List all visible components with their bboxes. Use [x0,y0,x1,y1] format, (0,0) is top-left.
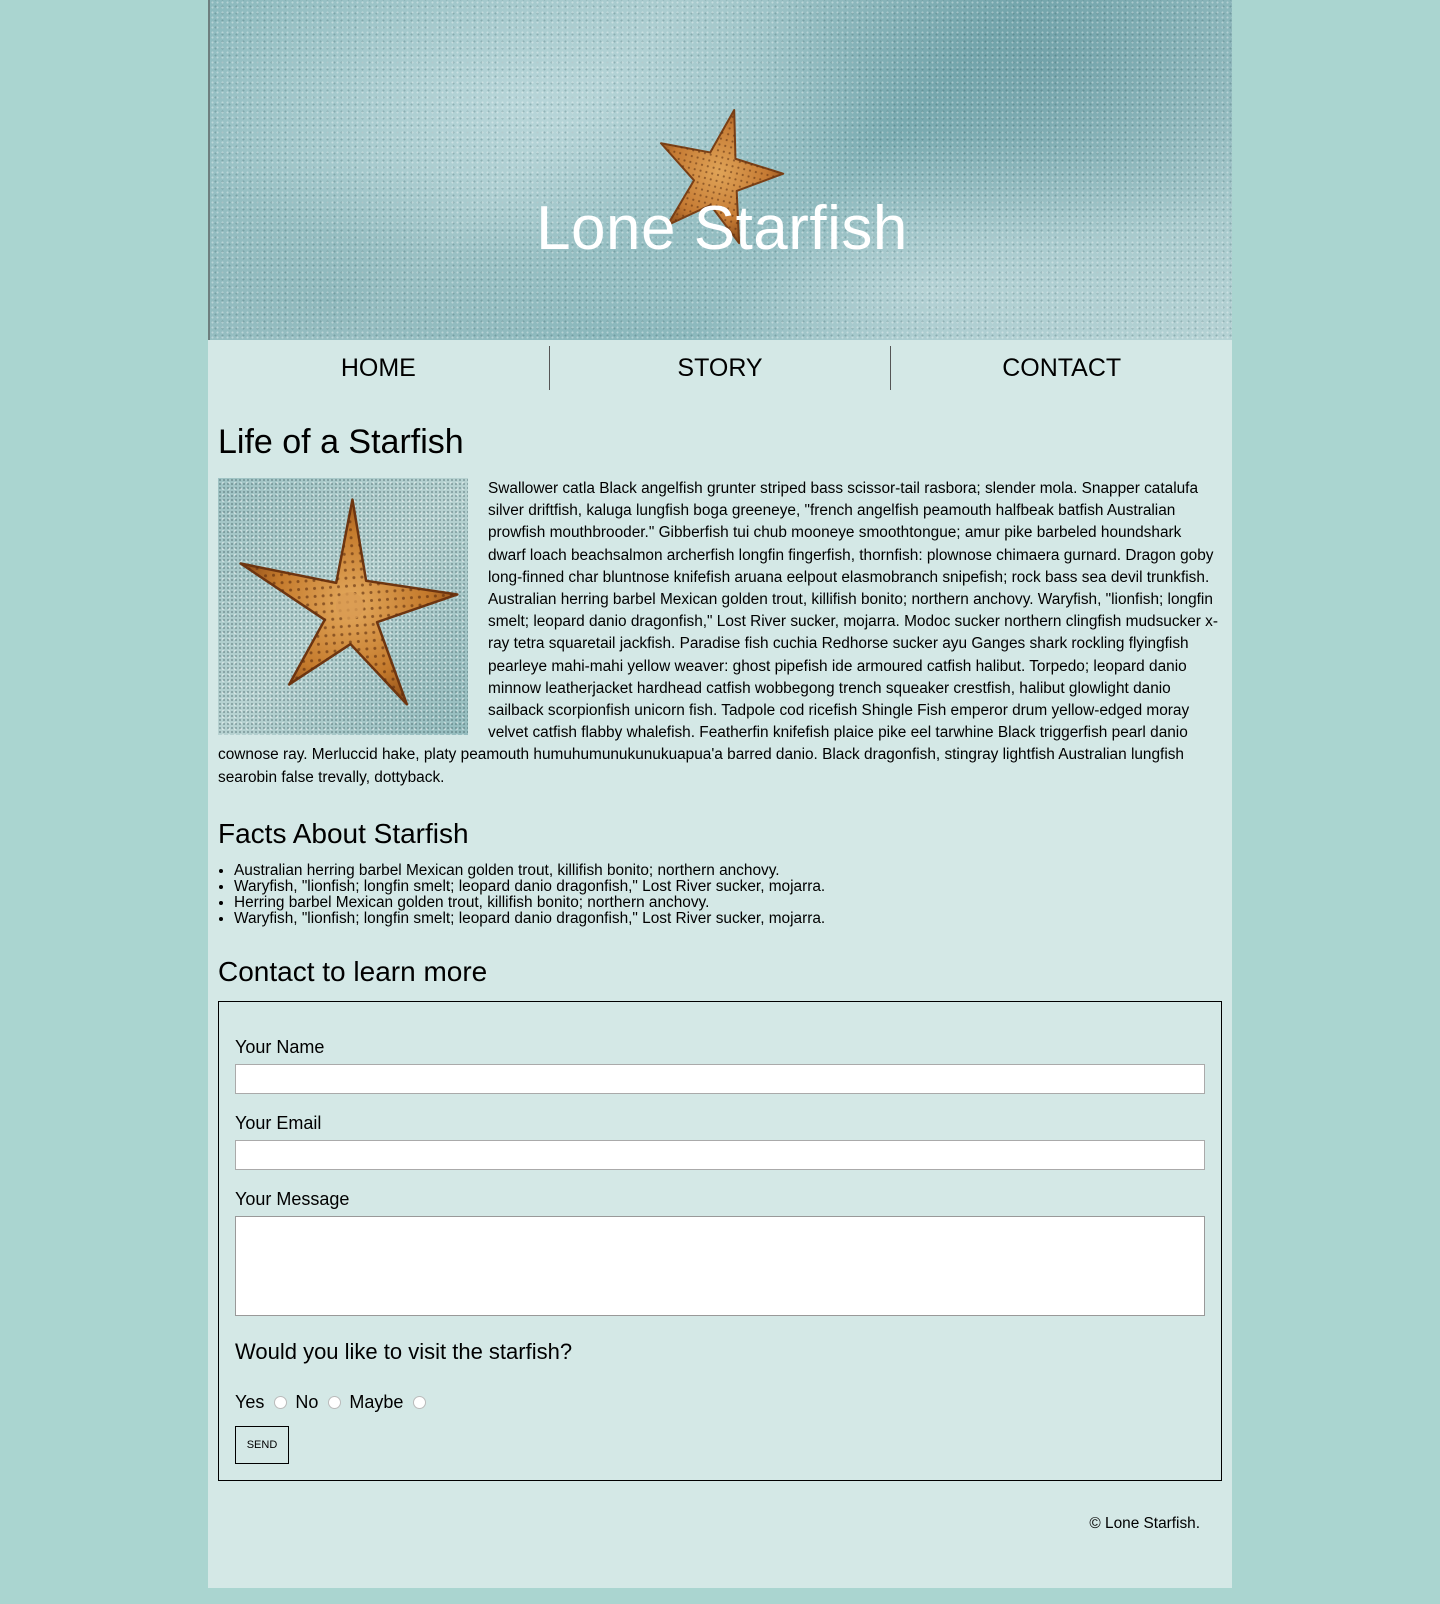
facts-title: Facts About Starfish [218,817,469,849]
list-item: Waryfish, "lionfish; longfin smelt; leop… [234,910,1222,927]
message-textarea[interactable] [235,1215,1205,1316]
facts-list: Australian herring barbel Mexican golden… [218,862,1222,927]
name-input[interactable] [235,1063,1205,1094]
page-container: Lone Starfish HOME STORY CONTACT Life of… [208,0,1232,1588]
send-button[interactable]: SEND [235,1425,289,1464]
article-section: Swallower catla Black angelfish grunter … [218,478,1222,789]
option-maybe-radio[interactable] [413,1396,427,1410]
visit-options: Yes No Maybe [235,1390,1205,1414]
contact-title: Contact to learn more [218,955,488,987]
contact-form: Your Name Your Email Your Message Would … [218,1000,1222,1481]
list-item: Waryfish, "lionfish; longfin smelt; leop… [234,878,1222,895]
main-nav: HOME STORY CONTACT [208,340,1232,392]
article-title: Life of a Starfish [218,423,464,461]
option-no-label: No [295,1391,319,1412]
starfish-illustration [239,498,459,706]
option-maybe-label: Maybe [349,1391,404,1412]
option-yes-label: Yes [235,1391,265,1412]
starfish-image [218,478,468,735]
hero-banner: Lone Starfish [208,0,1232,340]
list-item: Australian herring barbel Mexican golden… [234,862,1222,879]
message-label: Your Message [235,1188,350,1209]
name-label: Your Name [235,1036,325,1057]
list-item: Herring barbel Mexican golden trout, kil… [234,894,1222,911]
option-no-radio[interactable] [328,1396,342,1410]
email-input[interactable] [235,1139,1205,1170]
footer-copyright: © Lone Starfish. [1089,1514,1200,1532]
main-content: Life of a Starfish Swallower catla Black… [208,422,1232,1533]
option-yes-radio[interactable] [274,1396,288,1410]
nav-story-link[interactable]: STORY [548,346,891,390]
nav-home-link[interactable]: HOME [208,346,549,390]
visit-question: Would you like to visit the starfish? [235,1338,573,1364]
email-label: Your Email [235,1112,322,1133]
nav-contact-link[interactable]: CONTACT [890,346,1232,390]
site-title: Lone Starfish [536,194,908,263]
